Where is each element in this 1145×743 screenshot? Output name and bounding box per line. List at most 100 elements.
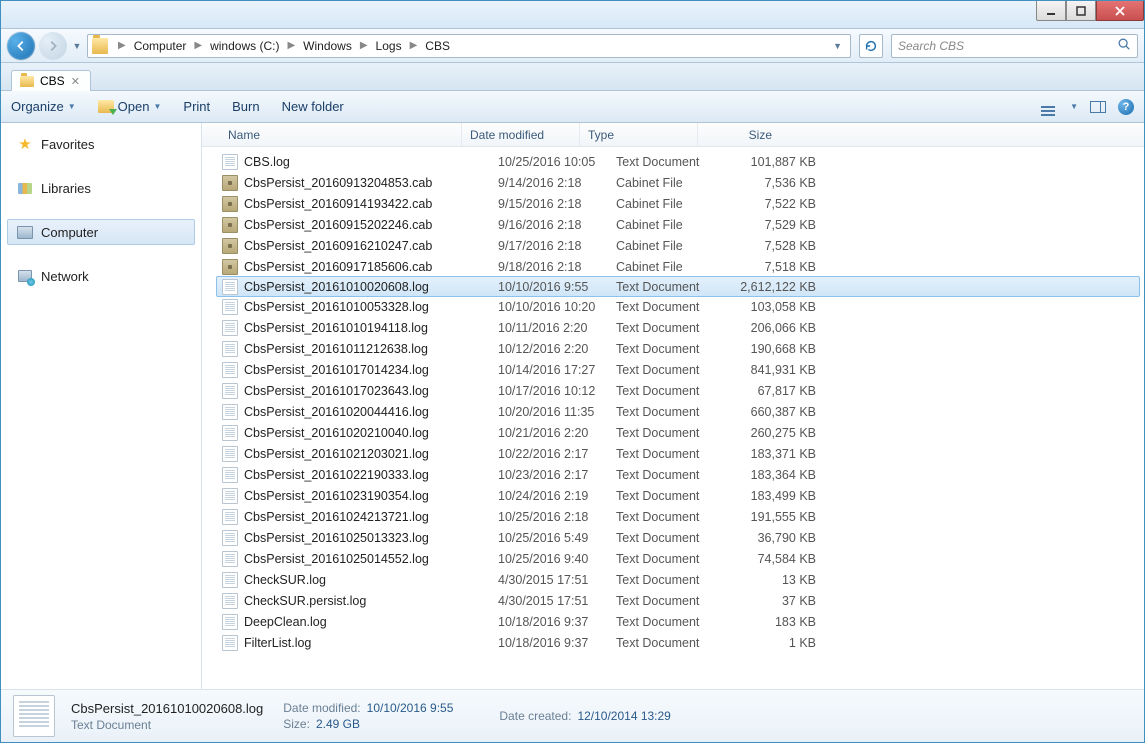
history-dropdown[interactable]: ▼ [71, 41, 83, 51]
file-row[interactable]: CbsPersist_20161025013323.log10/25/2016 … [202, 527, 1144, 548]
file-date: 10/23/2016 2:17 [498, 468, 616, 482]
text-file-icon [222, 551, 238, 567]
open-button[interactable]: Open▼ [98, 99, 162, 114]
print-button[interactable]: Print [183, 99, 210, 114]
back-button[interactable] [7, 32, 35, 60]
file-row[interactable]: CbsPersist_20161023190354.log10/24/2016 … [202, 485, 1144, 506]
burn-button[interactable]: Burn [232, 99, 259, 114]
file-row[interactable]: CbsPersist_20160914193422.cab9/15/2016 2… [202, 193, 1144, 214]
file-row[interactable]: CbsPersist_20161025014552.log10/25/2016 … [202, 548, 1144, 569]
file-row[interactable]: CbsPersist_20160916210247.cab9/17/2016 2… [202, 235, 1144, 256]
explorer-window: ▼ ▶ Computer ▶ windows (C:) ▶ Windows ▶ … [0, 0, 1145, 743]
file-date: 4/30/2015 17:51 [498, 573, 616, 587]
file-row[interactable]: CheckSUR.persist.log4/30/2015 17:51Text … [202, 590, 1144, 611]
file-name: CbsPersist_20161021203021.log [244, 447, 498, 461]
search-input[interactable]: Search CBS [891, 34, 1138, 58]
organize-button[interactable]: Organize▼ [11, 99, 76, 114]
details-date-created: 12/10/2014 13:29 [577, 709, 670, 723]
file-row[interactable]: DeepClean.log10/18/2016 9:37Text Documen… [202, 611, 1144, 632]
file-date: 10/12/2016 2:20 [498, 342, 616, 356]
file-name: FilterList.log [244, 636, 498, 650]
file-row[interactable]: CbsPersist_20160915202246.cab9/16/2016 2… [202, 214, 1144, 235]
file-row[interactable]: CbsPersist_20161010020608.log10/10/2016 … [216, 276, 1140, 297]
breadcrumb-segment[interactable]: CBS [423, 39, 452, 53]
navigation-pane: ★ Favorites Libraries Computer Network [1, 123, 202, 689]
file-row[interactable]: CbsPersist_20161022190333.log10/23/2016 … [202, 464, 1144, 485]
file-row[interactable]: FilterList.log10/18/2016 9:37Text Docume… [202, 632, 1144, 653]
file-date: 9/16/2016 2:18 [498, 218, 616, 232]
column-header-type[interactable]: Type [580, 123, 698, 146]
address-bar[interactable]: ▶ Computer ▶ windows (C:) ▶ Windows ▶ Lo… [87, 34, 851, 58]
file-size: 7,528 KB [734, 239, 816, 253]
file-date: 4/30/2015 17:51 [498, 594, 616, 608]
file-size: 7,522 KB [734, 197, 816, 211]
window-controls [1036, 1, 1144, 28]
view-options-button[interactable] [1038, 99, 1058, 115]
file-row[interactable]: CbsPersist_20161017023643.log10/17/2016 … [202, 380, 1144, 401]
cabinet-file-icon [222, 196, 238, 212]
folder-icon [92, 38, 108, 54]
chevron-right-icon[interactable]: ▶ [112, 40, 132, 51]
file-row[interactable]: CBS.log10/25/2016 10:05Text Document101,… [202, 151, 1144, 172]
file-name: CbsPersist_20161011212638.log [244, 342, 498, 356]
chevron-right-icon[interactable]: ▶ [354, 40, 374, 51]
maximize-button[interactable] [1066, 1, 1096, 21]
file-rows[interactable]: CBS.log10/25/2016 10:05Text Document101,… [202, 147, 1144, 689]
minimize-button[interactable] [1036, 1, 1066, 21]
text-file-icon [222, 299, 238, 315]
refresh-icon [864, 39, 878, 53]
file-row[interactable]: CbsPersist_20161011212638.log10/12/2016 … [202, 338, 1144, 359]
file-size: 260,275 KB [734, 426, 816, 440]
file-row[interactable]: CbsPersist_20161021203021.log10/22/2016 … [202, 443, 1144, 464]
file-row[interactable]: CbsPersist_20161010053328.log10/10/2016 … [202, 296, 1144, 317]
file-row[interactable]: CbsPersist_20160913204853.cab9/14/2016 2… [202, 172, 1144, 193]
file-size: 103,058 KB [734, 300, 816, 314]
file-row[interactable]: CbsPersist_20161020210040.log10/21/2016 … [202, 422, 1144, 443]
file-size: 1 KB [734, 636, 816, 650]
column-header-date[interactable]: Date modified [462, 123, 580, 146]
cabinet-file-icon [222, 238, 238, 254]
breadcrumb-segment[interactable]: windows (C:) [208, 39, 281, 53]
column-headers: Name Date modified Type Size [202, 123, 1144, 147]
text-file-icon [222, 488, 238, 504]
breadcrumb-segment[interactable]: Logs [374, 39, 404, 53]
chevron-right-icon[interactable]: ▶ [281, 40, 301, 51]
file-date: 10/25/2016 5:49 [498, 531, 616, 545]
file-type: Cabinet File [616, 260, 734, 274]
chevron-right-icon[interactable]: ▶ [188, 40, 208, 51]
file-type: Text Document [616, 468, 734, 482]
details-pane: CbsPersist_20161010020608.log Text Docum… [1, 689, 1144, 742]
sidebar-item-favorites[interactable]: ★ Favorites [1, 131, 201, 157]
details-size-label: Size: [283, 717, 310, 731]
file-date: 10/18/2016 9:37 [498, 636, 616, 650]
breadcrumb-segment[interactable]: Computer [132, 39, 189, 53]
file-row[interactable]: CbsPersist_20161017014234.log10/14/2016 … [202, 359, 1144, 380]
cabinet-file-icon [222, 217, 238, 233]
close-tab-button[interactable]: ✕ [71, 75, 80, 88]
column-header-size[interactable]: Size [698, 123, 780, 146]
file-type: Text Document [616, 510, 734, 524]
file-row[interactable]: CbsPersist_20161024213721.log10/25/2016 … [202, 506, 1144, 527]
sidebar-item-network[interactable]: Network [1, 263, 201, 289]
close-button[interactable] [1096, 1, 1144, 21]
address-dropdown[interactable]: ▼ [833, 41, 842, 51]
column-header-name[interactable]: Name [202, 123, 462, 146]
chevron-right-icon[interactable]: ▶ [404, 40, 424, 51]
forward-button[interactable] [39, 32, 67, 60]
refresh-button[interactable] [859, 34, 883, 58]
tab-cbs[interactable]: CBS ✕ [11, 70, 91, 91]
sidebar-item-computer[interactable]: Computer [7, 219, 195, 245]
new-folder-button[interactable]: New folder [282, 99, 344, 114]
chevron-down-icon[interactable]: ▼ [1070, 102, 1078, 111]
text-file-icon [222, 154, 238, 170]
file-row[interactable]: CbsPersist_20160917185606.cab9/18/2016 2… [202, 256, 1144, 277]
breadcrumb-segment[interactable]: Windows [301, 39, 354, 53]
preview-pane-button[interactable] [1090, 101, 1106, 113]
file-row[interactable]: CbsPersist_20161020044416.log10/20/2016 … [202, 401, 1144, 422]
file-row[interactable]: CheckSUR.log4/30/2015 17:51Text Document… [202, 569, 1144, 590]
file-size: 67,817 KB [734, 384, 816, 398]
help-button[interactable]: ? [1118, 99, 1134, 115]
details-date-created-label: Date created: [499, 709, 571, 723]
file-row[interactable]: CbsPersist_20161010194118.log10/11/2016 … [202, 317, 1144, 338]
sidebar-item-libraries[interactable]: Libraries [1, 175, 201, 201]
